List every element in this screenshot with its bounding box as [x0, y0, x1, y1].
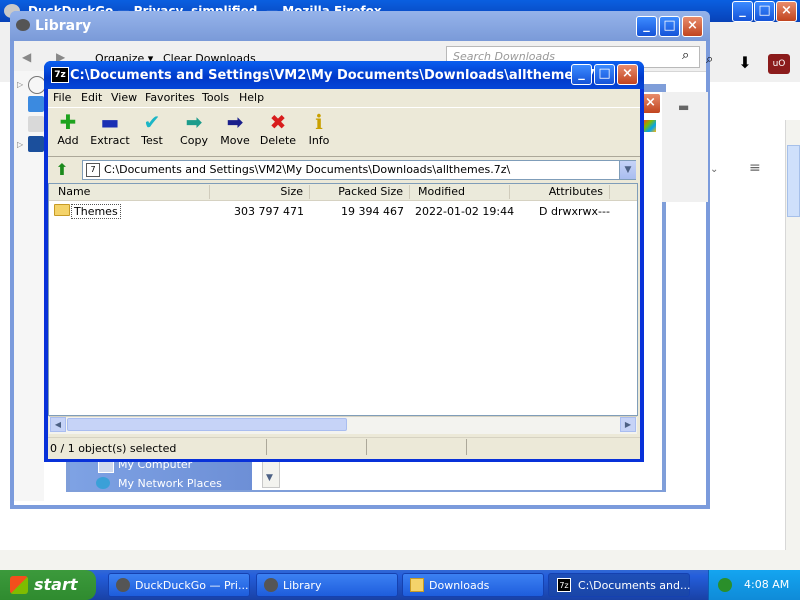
row-name[interactable]: Themes	[71, 204, 121, 219]
column-header-name[interactable]: Name	[50, 185, 210, 199]
column-header-attributes[interactable]: Attributes	[510, 185, 610, 199]
browser-bottom-area	[0, 550, 800, 570]
clock[interactable]: 4:08 AM	[744, 578, 789, 591]
info-icon: ℹ	[315, 110, 323, 134]
move-label: Move	[220, 134, 250, 147]
menu-file[interactable]: File	[53, 91, 71, 104]
column-header-size[interactable]: Size	[210, 185, 310, 199]
windows-flag-icon	[644, 120, 656, 132]
bookmarks-star-icon[interactable]	[28, 136, 44, 152]
library-maximize-button[interactable]: □	[659, 16, 680, 37]
status-text: 0 / 1 object(s) selected	[50, 442, 177, 455]
network-globe-icon	[96, 477, 110, 489]
menu-hamburger-icon[interactable]: ≡	[749, 160, 769, 176]
add-button[interactable]: ✚ Add	[46, 110, 90, 147]
task-sevenzip-label: C:\Documents and...	[578, 579, 691, 592]
menu-edit[interactable]: Edit	[81, 91, 102, 104]
extract-button[interactable]: ▬ Extract	[88, 110, 132, 147]
folder-icon-small: ▬	[678, 100, 690, 114]
library-close-button[interactable]: ×	[682, 16, 703, 37]
sevenzip-minimize-button[interactable]: _	[571, 64, 592, 85]
row-size: 303 797 471	[234, 205, 304, 218]
add-label: Add	[57, 134, 79, 147]
library-icon	[16, 19, 30, 31]
column-header-modified[interactable]: Modified	[410, 185, 510, 199]
copy-arrow-icon: ➡	[185, 110, 203, 134]
menu-favorites[interactable]: Favorites	[145, 91, 195, 104]
status-separator	[366, 439, 367, 455]
expand-bookmarks-icon[interactable]: ▷	[17, 140, 23, 149]
task-duckduckgo-label: DuckDuckGo — Pri...	[135, 579, 249, 592]
copy-label: Copy	[180, 134, 208, 147]
sevenzip-app-icon: 7z	[51, 67, 69, 83]
library-title: Library	[35, 18, 92, 34]
library-task-icon	[264, 578, 278, 592]
tags-icon[interactable]	[28, 116, 44, 132]
scroll-left-button[interactable]: ◀	[50, 417, 66, 432]
ublock-icon[interactable]: uO	[768, 54, 790, 74]
row-packed-size: 19 394 467	[341, 205, 404, 218]
task-downloads-label: Downloads	[429, 579, 490, 592]
library-minimize-button[interactable]: _	[636, 16, 657, 37]
menu-view[interactable]: View	[111, 91, 137, 104]
extract-label: Extract	[90, 134, 130, 147]
column-header-packed-size[interactable]: Packed Size	[310, 185, 410, 199]
task-library-label: Library	[283, 579, 322, 592]
scroll-right-button[interactable]: ▶	[620, 417, 636, 432]
sevenzip-task-icon: 7z	[557, 578, 571, 592]
sevenzip-maximize-button[interactable]: □	[594, 64, 615, 85]
downloads-icon[interactable]	[28, 96, 44, 112]
address-dropdown-button[interactable]: ▼	[619, 161, 636, 179]
sevenzip-title: C:\Documents and Settings\VM2\My Documen…	[70, 68, 608, 83]
delete-x-icon: ✖	[269, 110, 287, 134]
library-titlebar[interactable]	[10, 11, 710, 41]
menu-help[interactable]: Help	[239, 91, 264, 104]
chevron-down-icon[interactable]: ⌄	[710, 164, 718, 175]
my-network-places-link[interactable]: My Network Places	[118, 477, 222, 490]
menu-tools[interactable]: Tools	[202, 91, 229, 104]
duckduckgo-icon	[116, 578, 130, 592]
test-label: Test	[141, 134, 163, 147]
copy-button[interactable]: ➡ Copy	[172, 110, 216, 147]
windows-logo-icon	[10, 576, 28, 594]
search-icon: ⌕	[682, 48, 690, 63]
move-button[interactable]: ➡ Move	[213, 110, 257, 147]
plus-icon: ✚	[59, 110, 77, 134]
download-arrow-icon[interactable]: ⬇	[734, 52, 756, 74]
up-folder-button[interactable]: ⬆	[52, 160, 72, 180]
expand-history-icon[interactable]: ▷	[17, 80, 23, 89]
back-arrow-icon[interactable]: ◀	[22, 50, 31, 64]
status-separator	[466, 439, 467, 455]
check-chevron-icon: ✔	[143, 110, 161, 134]
folder-icon	[54, 204, 70, 216]
delete-label: Delete	[259, 134, 297, 147]
browser-close-button[interactable]: ×	[776, 1, 797, 22]
browser-minimize-button[interactable]: _	[732, 1, 753, 22]
start-label: start	[34, 575, 78, 594]
test-button[interactable]: ✔ Test	[130, 110, 174, 147]
tray-network-icon[interactable]	[718, 578, 732, 592]
browser-scroll-thumb[interactable]	[787, 145, 800, 217]
search-icon-browser: ⌕	[706, 52, 714, 67]
scroll-down-chevron-icon: ▼	[266, 473, 273, 483]
row-attributes: D drwxrwx---	[539, 205, 610, 218]
address-path[interactable]: C:\Documents and Settings\VM2\My Documen…	[104, 163, 510, 176]
browser-maximize-button[interactable]: □	[754, 1, 775, 22]
status-separator	[266, 439, 267, 455]
minus-icon: ▬	[100, 110, 120, 134]
move-arrow-icon: ➡	[226, 110, 244, 134]
row-modified: 2022-01-02 19:44	[415, 205, 515, 218]
info-label: Info	[308, 134, 330, 147]
folder-icon	[410, 578, 424, 592]
info-button[interactable]: ℹ Info	[297, 110, 341, 147]
sevenzip-close-button[interactable]: ×	[617, 64, 638, 85]
delete-button[interactable]: ✖ Delete	[256, 110, 300, 147]
scroll-thumb[interactable]	[67, 418, 347, 431]
archive-icon: 7	[86, 163, 100, 177]
